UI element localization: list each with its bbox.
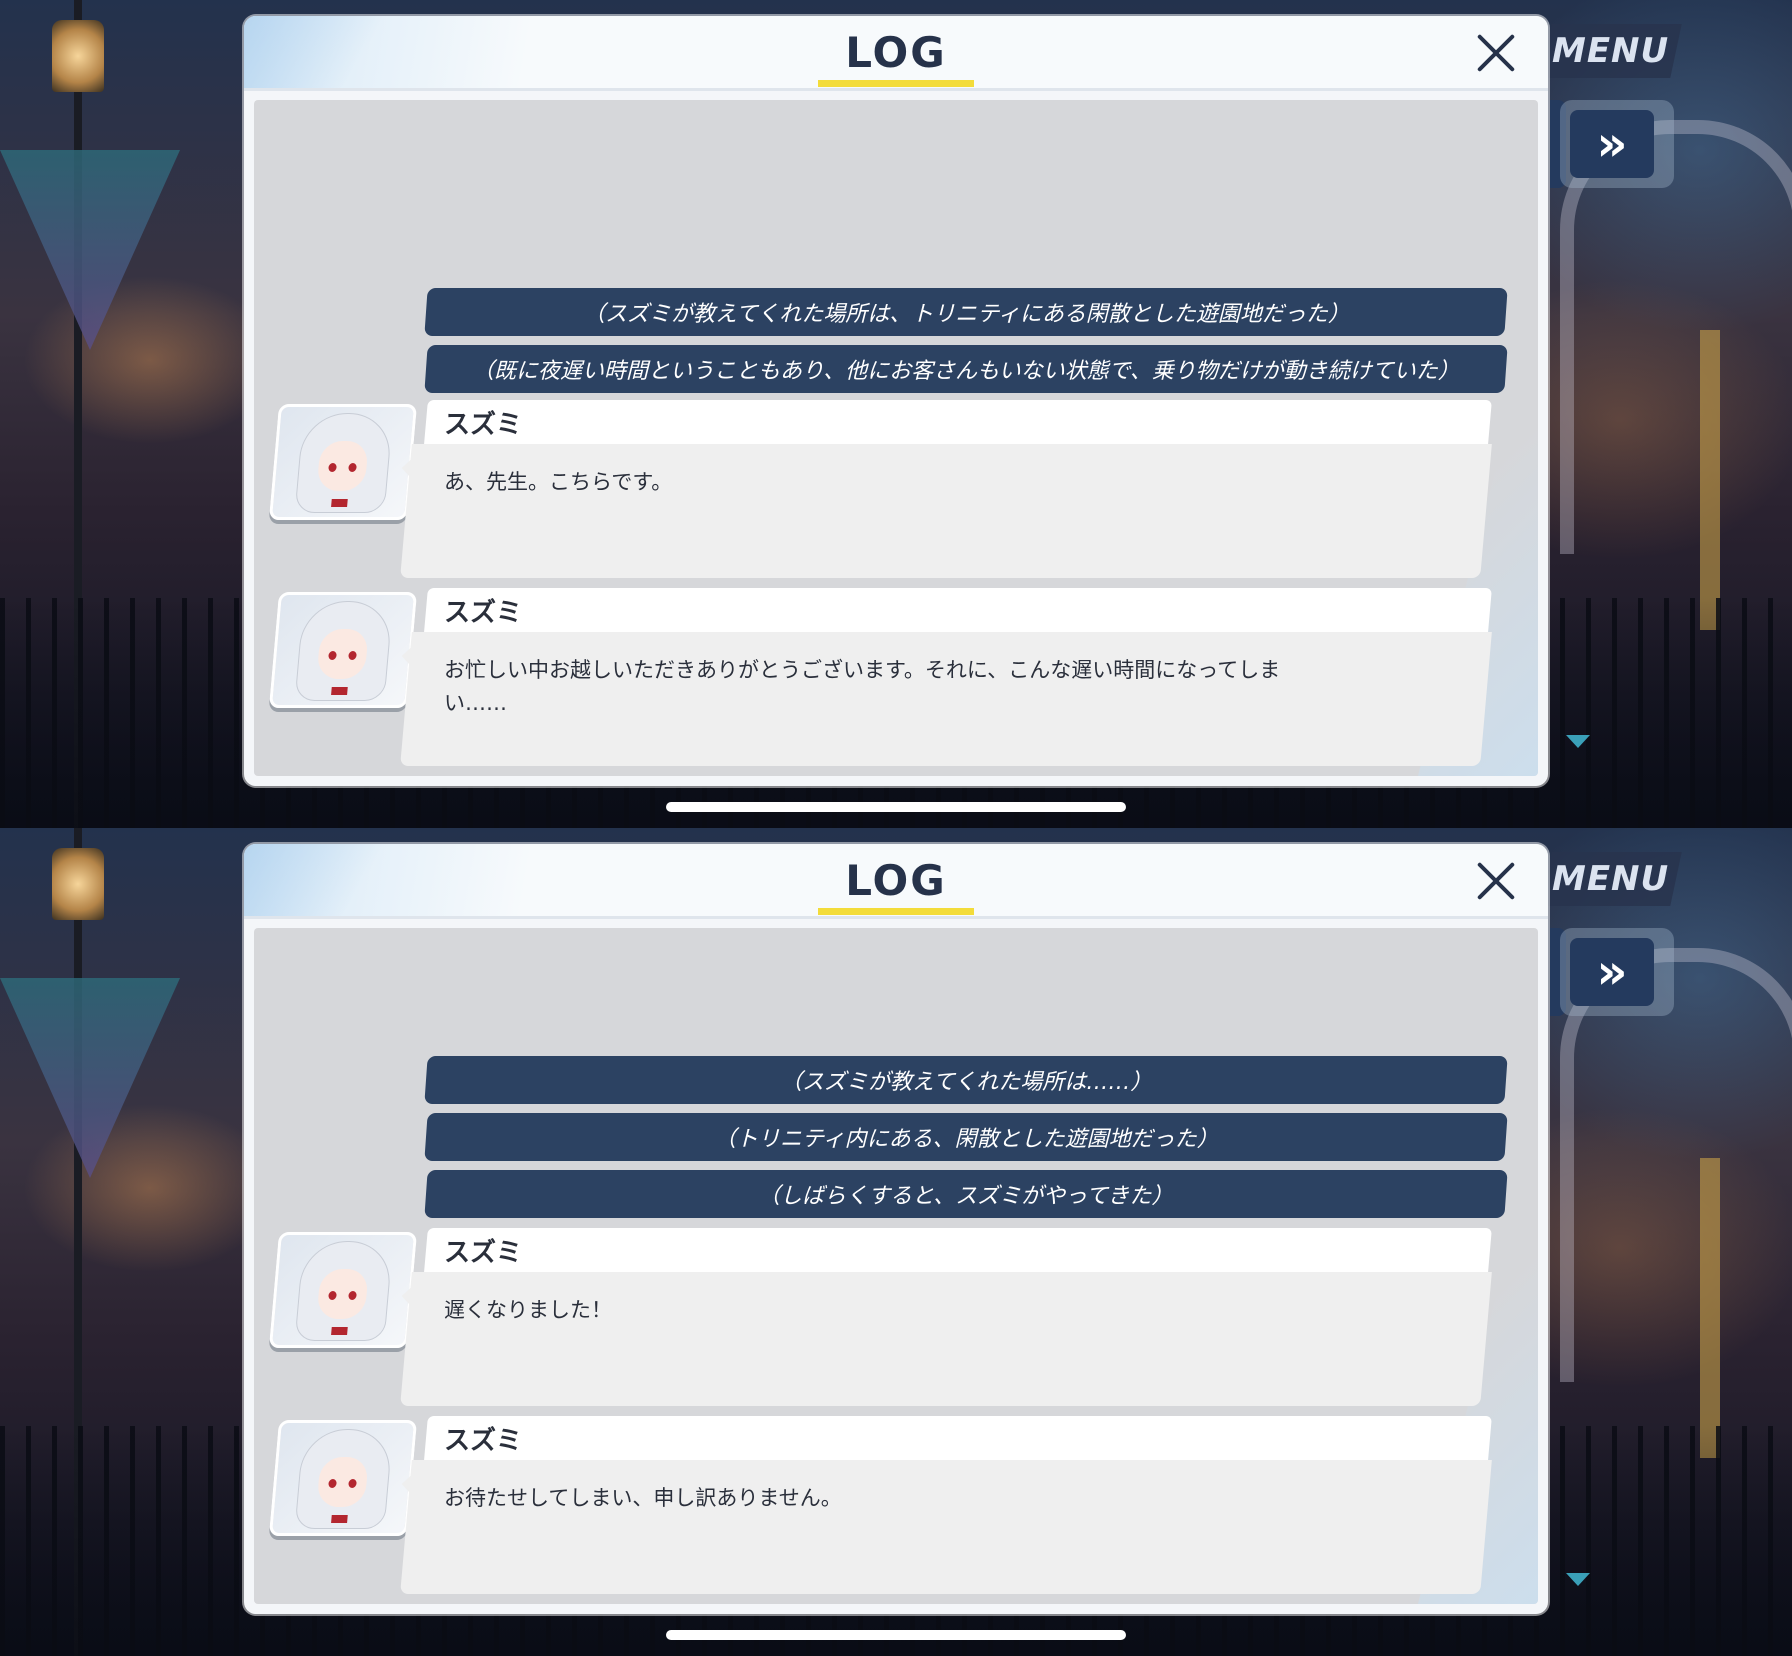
scroll-down-arrow-icon[interactable] (1566, 1573, 1590, 1586)
speaker-name: スズミ (444, 1426, 523, 1456)
message-box (400, 1272, 1492, 1406)
street-lamp (52, 20, 104, 92)
screenshot-top: MENU » LOG （スズミが教えてくれた場所は、トリニティにある閑散とした遊… (0, 0, 1792, 828)
street-lamp (52, 848, 104, 920)
log-title: LOG (845, 28, 947, 77)
message-box (400, 444, 1492, 578)
pennant-flag (0, 150, 180, 350)
dialogue-entry: スズミ お待たせしてしまい、申し訳ありません。 (268, 1416, 1534, 1596)
menu-button[interactable]: MENU (1540, 852, 1682, 906)
title-underline (818, 80, 974, 87)
name-bar (424, 1228, 1492, 1272)
menu-button[interactable]: MENU (1540, 24, 1682, 78)
name-bar (424, 400, 1492, 444)
gold-post (1700, 330, 1720, 630)
title-underline (818, 908, 974, 915)
message-text: お待たせしてしまい、申し訳ありません。 (444, 1486, 842, 1510)
narration-text: （スズミが教えてくれた場所は……） (779, 1070, 1153, 1095)
name-bar (424, 1416, 1492, 1460)
character-portrait[interactable] (268, 1420, 418, 1536)
narration-line: （しばらくすると、スズミがやってきた） (424, 1170, 1508, 1218)
narration-text: （スズミが教えてくれた場所は、トリニティにある閑散とした遊園地だった） (582, 302, 1350, 327)
message-text: あ、先生。こちらです。 (444, 470, 673, 494)
narration-text: （トリニティ内にある、閑散とした遊園地だった） (713, 1127, 1219, 1152)
fast-forward-icon: » (1570, 110, 1654, 178)
skip-button[interactable]: » (1560, 928, 1674, 1016)
character-portrait[interactable] (268, 404, 418, 520)
dialogue-entry: スズミ お忙しい中お越しいただきありがとうございます。それに、こんな遅い時間にな… (268, 588, 1534, 768)
home-indicator[interactable] (666, 802, 1126, 812)
narration-line: （トリニティ内にある、閑散とした遊園地だった） (424, 1113, 1508, 1161)
log-panel: LOG （スズミが教えてくれた場所は、トリニティにある閑散とした遊園地だった） … (244, 16, 1548, 786)
dialogue-entry: スズミ 遅くなりました！ (268, 1228, 1534, 1408)
gold-post (1700, 1158, 1720, 1458)
pennant-flag (0, 978, 180, 1178)
narration-text: （既に夜遅い時間ということもあり、他にお客さんもいない状態で、乗り物だけが動き続… (472, 359, 1460, 384)
narration-line: （スズミが教えてくれた場所は、トリニティにある閑散とした遊園地だった） (424, 288, 1508, 336)
screenshot-bottom: MENU » LOG （スズミが教えてくれた場所は……） （トリニティ内にある、… (0, 828, 1792, 1656)
menu-label: MENU (1552, 859, 1670, 899)
log-header: LOG (244, 844, 1548, 919)
message-box (400, 1460, 1492, 1594)
character-portrait[interactable] (268, 1232, 418, 1348)
narration-text: （しばらくすると、スズミがやってきた） (758, 1184, 1174, 1209)
skip-button[interactable]: » (1560, 100, 1674, 188)
speaker-name: スズミ (444, 1238, 523, 1268)
message-text: お忙しい中お越しいただきありがとうございます。それに、こんな遅い時間になってしま… (444, 658, 1281, 715)
log-header: LOG (244, 16, 1548, 91)
dialogue-entry: スズミ あ、先生。こちらです。 (268, 400, 1534, 580)
log-scroll-area[interactable]: （スズミが教えてくれた場所は……） （トリニティ内にある、閑散とした遊園地だった… (254, 928, 1538, 1604)
speaker-name: スズミ (444, 410, 523, 440)
log-panel: LOG （スズミが教えてくれた場所は……） （トリニティ内にある、閑散とした遊園… (244, 844, 1548, 1614)
fast-forward-icon: » (1570, 938, 1654, 1006)
home-indicator[interactable] (666, 1630, 1126, 1640)
close-icon[interactable] (1474, 858, 1518, 902)
name-bar (424, 588, 1492, 632)
narration-line: （スズミが教えてくれた場所は……） (424, 1056, 1508, 1104)
speaker-name: スズミ (444, 598, 523, 628)
narration-line: （既に夜遅い時間ということもあり、他にお客さんもいない状態で、乗り物だけが動き続… (424, 345, 1508, 393)
character-portrait[interactable] (268, 592, 418, 708)
scroll-down-arrow-icon[interactable] (1566, 735, 1590, 748)
log-scroll-area[interactable]: （スズミが教えてくれた場所は、トリニティにある閑散とした遊園地だった） （既に夜… (254, 100, 1538, 776)
log-title: LOG (845, 856, 947, 905)
close-icon[interactable] (1474, 30, 1518, 74)
message-text: 遅くなりました！ (444, 1298, 612, 1322)
menu-label: MENU (1552, 31, 1670, 71)
